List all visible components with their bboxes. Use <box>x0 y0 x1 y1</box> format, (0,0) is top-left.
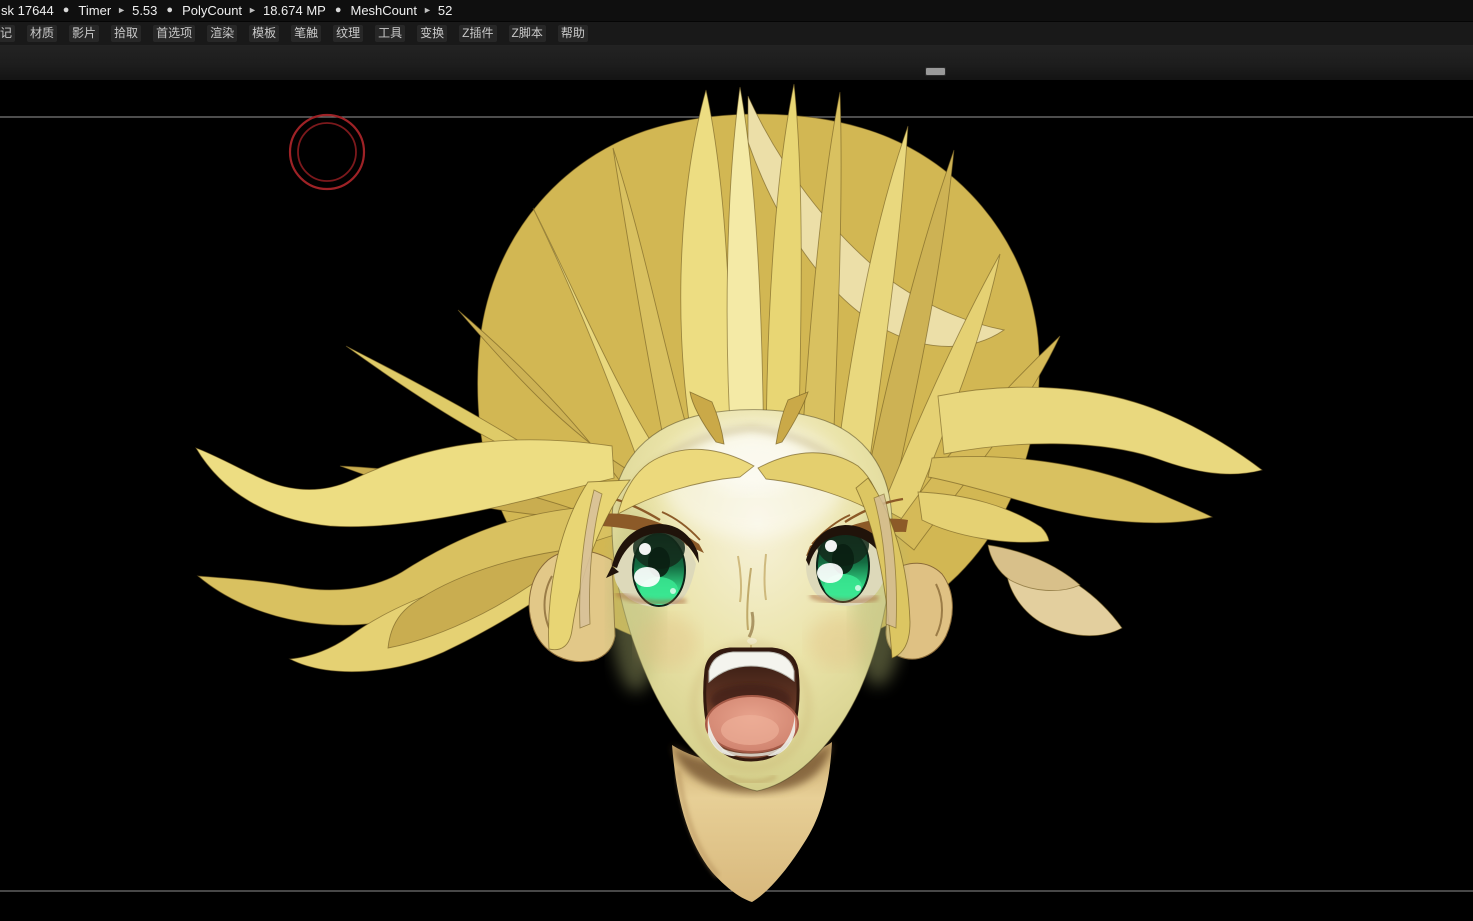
status-separator-icon: ● <box>166 5 173 16</box>
polycount-value: 18.674 MP <box>263 3 326 18</box>
menu-item-picker[interactable]: 拾取 <box>111 25 141 42</box>
arrow-icon: ► <box>423 6 432 15</box>
status-left-label: sk 17644 <box>1 3 54 18</box>
status-separator-icon: ● <box>335 5 342 16</box>
sculpt-canvas[interactable] <box>0 80 1473 921</box>
menu-item-transform[interactable]: 变换 <box>417 25 447 42</box>
menu-item-tool[interactable]: 工具 <box>375 25 405 42</box>
meshcount-label: MeshCount <box>351 3 417 18</box>
meshcount-metric: MeshCount ► 52 <box>351 3 453 18</box>
menu-item-movie[interactable]: 影片 <box>69 25 99 42</box>
polycount-label: PolyCount <box>182 3 242 18</box>
menu-item-preferences[interactable]: 首选项 <box>153 25 195 42</box>
zbrush-app: sk 17644 ● Timer ► 5.53 ● PolyCount ► 18… <box>0 0 1473 921</box>
timer-value: 5.53 <box>132 3 157 18</box>
menu-item-zplugin[interactable]: Z插件 <box>459 25 496 42</box>
menu-item-render[interactable]: 渲染 <box>207 25 237 42</box>
menu-item-material[interactable]: 材质 <box>27 25 57 42</box>
status-bar: sk 17644 ● Timer ► 5.53 ● PolyCount ► 18… <box>0 0 1473 22</box>
status-separator-icon: ● <box>63 5 70 16</box>
arrow-icon: ► <box>117 6 126 15</box>
arrow-icon: ► <box>248 6 257 15</box>
divider-strip <box>0 45 1473 80</box>
meshcount-value: 52 <box>438 3 452 18</box>
menu-item-texture[interactable]: 纹理 <box>333 25 363 42</box>
mouth <box>694 644 808 768</box>
menu-item-marker[interactable]: 记 <box>0 25 15 42</box>
menu-item-stroke[interactable]: 笔触 <box>291 25 321 42</box>
menu-bar: 记 材质 影片 拾取 首选项 渲染 模板 笔触 纹理 工具 变换 Z插件 Z脚本… <box>0 22 1473 45</box>
timer-metric: Timer ► 5.53 <box>78 3 157 18</box>
menu-item-help[interactable]: 帮助 <box>558 25 588 42</box>
timer-label: Timer <box>78 3 111 18</box>
tray-drag-handle[interactable] <box>926 68 945 75</box>
menu-item-zscript[interactable]: Z脚本 <box>509 25 546 42</box>
polycount-metric: PolyCount ► 18.674 MP <box>182 3 326 18</box>
menu-item-stencil[interactable]: 模板 <box>249 25 279 42</box>
